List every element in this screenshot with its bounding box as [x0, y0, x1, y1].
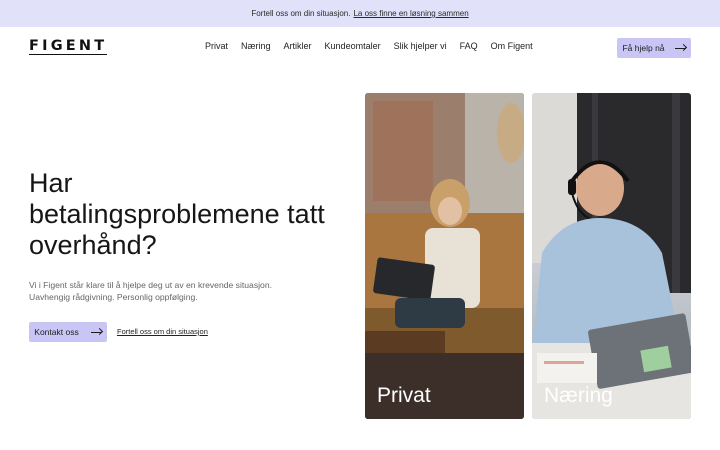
nav-item-artikler[interactable]: Artikler [284, 41, 312, 51]
card-label-naering: Næring [544, 384, 613, 407]
announcement-link[interactable]: La oss finne en løsning sammen [353, 9, 468, 18]
get-help-button[interactable]: Få hjelp nå [617, 38, 691, 58]
announcement-bar: Fortell oss om din situasjon. La oss fin… [0, 0, 720, 27]
tell-situation-link[interactable]: Fortell oss om din situasjon [117, 327, 208, 336]
man-headset-photo [532, 93, 691, 419]
nav-item-om-figent[interactable]: Om Figent [491, 41, 533, 51]
nav-item-kundeomtaler[interactable]: Kundeomtaler [325, 41, 381, 51]
hero-text: Vi i Figent står klare til å hjelpe deg … [29, 280, 272, 302]
announcement-text: Fortell oss om din situasjon. [251, 9, 351, 18]
get-help-label: Få hjelp nå [622, 43, 665, 53]
card-naering[interactable]: Næring [532, 93, 691, 419]
contact-label: Kontakt oss [34, 327, 79, 337]
hero-title: Har betalingsproblemene tatt overhånd? [29, 168, 325, 260]
main-nav: Privat Næring Artikler Kundeomtaler Slik… [205, 41, 533, 51]
card-privat[interactable]: Privat [365, 93, 524, 419]
nav-item-privat[interactable]: Privat [205, 41, 228, 51]
nav-item-naering[interactable]: Næring [241, 41, 271, 51]
nav-item-faq[interactable]: FAQ [460, 41, 478, 51]
card-label-privat: Privat [377, 384, 431, 407]
nav-item-slik-hjelper-vi[interactable]: Slik hjelper vi [394, 41, 447, 51]
woman-laptop-photo [365, 93, 524, 419]
arrow-right-icon [90, 331, 102, 333]
logo[interactable]: FIGENT [29, 39, 108, 55]
arrow-right-icon [674, 47, 686, 49]
contact-button[interactable]: Kontakt oss [29, 322, 107, 342]
